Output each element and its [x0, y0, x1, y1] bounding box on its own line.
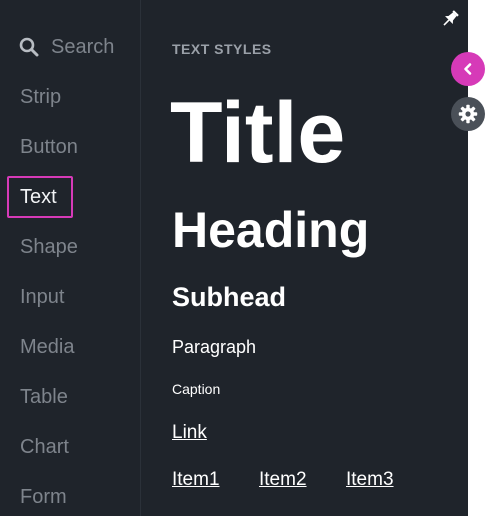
collapse-panel-button[interactable]	[451, 52, 485, 86]
search-box[interactable]: Search	[19, 33, 114, 61]
sidebar-item-button[interactable]: Button	[20, 133, 78, 161]
section-label: TEXT STYLES	[172, 41, 272, 57]
text-style-subhead[interactable]: Subhead	[172, 279, 286, 315]
search-icon	[19, 37, 39, 57]
sidebar-item-media[interactable]: Media	[20, 333, 74, 361]
pin-icon[interactable]	[439, 8, 461, 30]
sidebar-item-strip[interactable]: Strip	[20, 83, 61, 111]
sidebar: Search Strip Button Text Shape Input Med…	[0, 0, 140, 516]
sidebar-item-form[interactable]: Form	[20, 483, 67, 511]
text-style-item-1[interactable]: Item1	[172, 467, 220, 493]
text-style-title[interactable]: Title	[170, 78, 345, 188]
gear-icon	[458, 104, 478, 124]
text-style-link[interactable]: Link	[172, 420, 207, 446]
sidebar-item-table[interactable]: Table	[20, 383, 68, 411]
text-style-paragraph[interactable]: Paragraph	[172, 334, 256, 360]
sidebar-item-shape[interactable]: Shape	[20, 233, 78, 261]
sidebar-item-chart[interactable]: Chart	[20, 433, 69, 461]
text-style-heading[interactable]: Heading	[172, 198, 369, 262]
sidebar-item-text[interactable]: Text	[20, 183, 57, 211]
search-label: Search	[51, 35, 115, 58]
chevron-left-icon	[464, 63, 472, 75]
text-style-item-3[interactable]: Item3	[346, 467, 394, 493]
settings-button[interactable]	[451, 97, 485, 131]
sidebar-item-input[interactable]: Input	[20, 283, 64, 311]
app: Search Strip Button Text Shape Input Med…	[0, 0, 492, 516]
text-style-caption[interactable]: Caption	[172, 379, 220, 399]
text-style-item-2[interactable]: Item2	[259, 467, 307, 493]
